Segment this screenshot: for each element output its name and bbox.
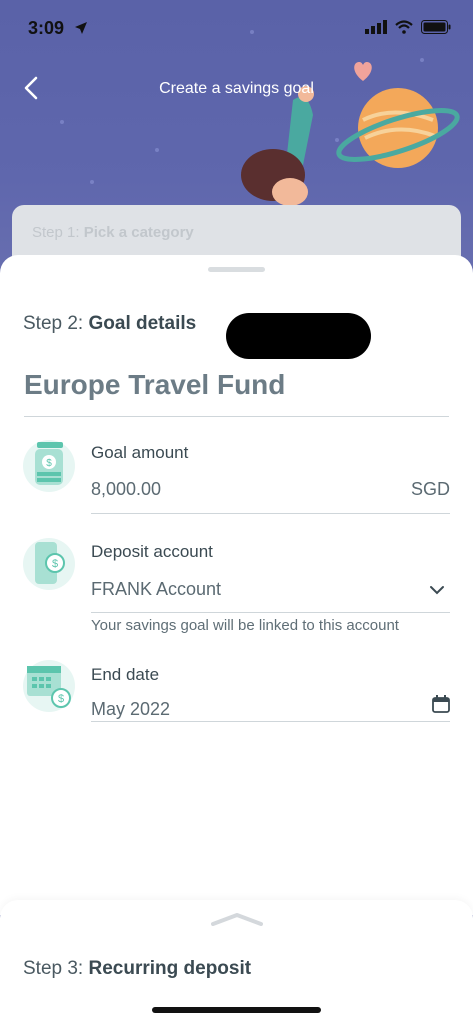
step-3-heading: Step 3: Recurring deposit (23, 958, 252, 979)
step-2-heading: Step 2: Goal details (23, 313, 197, 334)
status-bar: 3:09 (28, 18, 451, 40)
calendar-icon[interactable] (432, 695, 450, 713)
deposit-account-helper: Your savings goal will be linked to this… (91, 617, 399, 634)
goal-amount-label: Goal amount (91, 443, 189, 462)
goal-name-input[interactable]: Europe Travel Fund (24, 369, 285, 401)
chevron-up-icon[interactable] (211, 912, 263, 926)
heart-icon (354, 62, 372, 81)
end-date-label: End date (91, 665, 160, 684)
battery-icon (421, 20, 451, 34)
divider (91, 513, 450, 514)
status-time: 3:09 (28, 18, 65, 38)
wifi-icon (395, 20, 413, 34)
currency-label: SGD (410, 479, 450, 499)
divider (24, 416, 449, 417)
redacted-account-number (226, 313, 371, 359)
person-illustration (241, 86, 314, 206)
svg-text:$: $ (58, 693, 64, 705)
deposit-account-label: Deposit account (91, 542, 213, 561)
svg-text:$: $ (46, 458, 52, 469)
sheet-handle[interactable] (208, 267, 265, 272)
step-3-sheet[interactable]: Step 3: Recurring deposit (0, 900, 473, 1024)
divider (91, 721, 450, 722)
location-arrow-icon (75, 22, 87, 34)
calendar-dollar-icon: $ (23, 660, 75, 712)
phone-dollar-icon: $ (23, 538, 75, 590)
money-jar-icon: $ (23, 440, 75, 492)
cellular-signal-icon (365, 20, 387, 34)
chevron-down-icon[interactable] (429, 585, 445, 595)
page-title: Create a savings goal (159, 80, 314, 97)
goal-amount-input[interactable]: 8,000.00 (91, 479, 161, 500)
step-1-label: Step 1: Pick a category (32, 224, 194, 241)
divider (91, 612, 450, 613)
deposit-account-select[interactable]: FRANK Account (91, 579, 221, 600)
end-date-input[interactable]: May 2022 (91, 699, 170, 720)
home-indicator (152, 1007, 321, 1013)
svg-text:$: $ (52, 558, 58, 570)
